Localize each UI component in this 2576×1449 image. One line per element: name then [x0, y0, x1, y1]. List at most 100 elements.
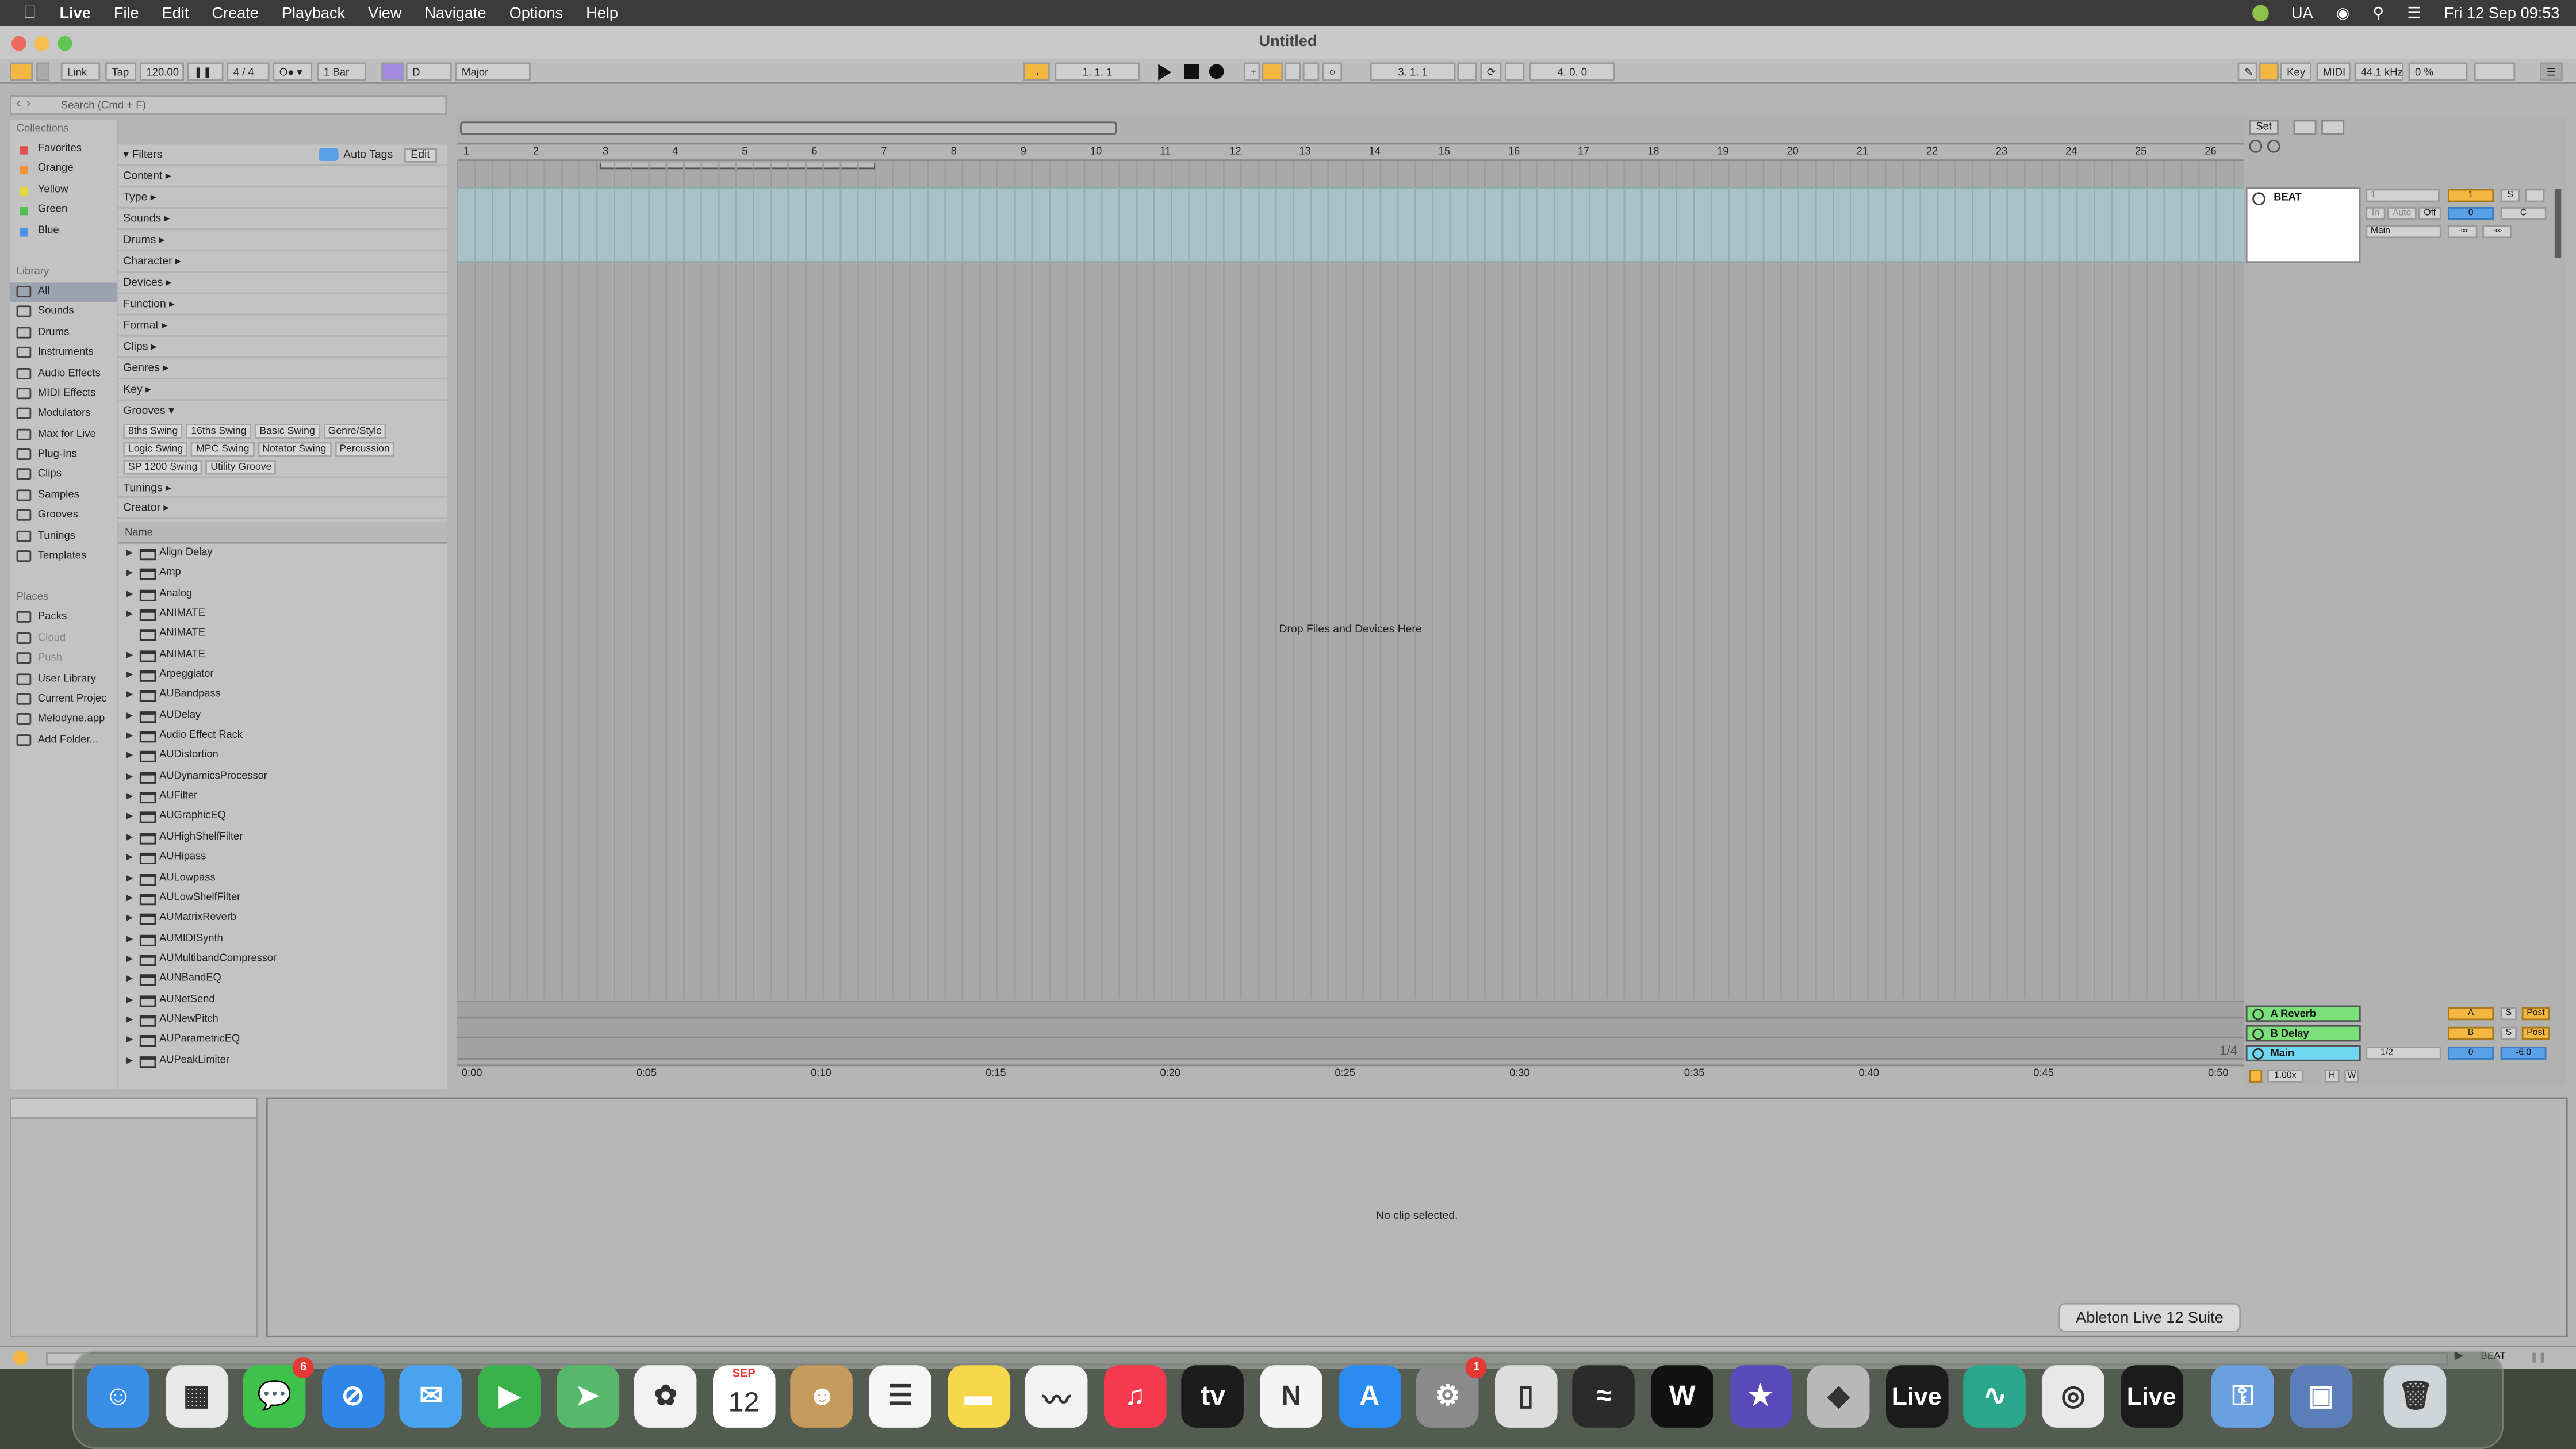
return-b-header[interactable]: B Delay [2245, 1025, 2361, 1042]
close-window-button[interactable] [12, 36, 26, 51]
place-cloud[interactable]: Cloud [10, 629, 117, 649]
place-melodyne[interactable]: Melodyne.app [10, 710, 117, 730]
return-b-post[interactable]: Post [2521, 1026, 2550, 1040]
groove-chip[interactable]: Basic Swing [254, 424, 320, 439]
browser-list-item[interactable]: ▶ AUNBandEQ [118, 969, 447, 990]
record-icon[interactable] [1209, 64, 1224, 79]
filter-drums[interactable]: Drums ▸ [118, 230, 447, 252]
browser-list-item[interactable]: ▶ AUDynamicsProcessor [118, 767, 447, 787]
track-name[interactable]: BEAT [2274, 192, 2301, 204]
groove-chip[interactable]: 8ths Swing [123, 424, 183, 439]
expand-triangle-icon[interactable]: ▶ [126, 544, 133, 564]
expand-triangle-icon[interactable]: ▶ [126, 969, 133, 990]
browser-list-item[interactable]: ▶ Arpeggiator [118, 665, 447, 685]
punch-in-icon[interactable] [1457, 62, 1477, 80]
menu-options[interactable]: Options [509, 4, 564, 22]
return-a-solo[interactable]: S [2500, 1007, 2517, 1021]
return-lane-a[interactable] [457, 1000, 2244, 1019]
library-clips[interactable]: Clips [10, 466, 117, 486]
browser-list-item[interactable]: ▶ AUGraphicEQ [118, 807, 447, 827]
loop-length-field[interactable]: 4. 0. 0 [1529, 62, 1615, 80]
filter-content[interactable]: Content ▸ [118, 166, 447, 187]
menu-view[interactable]: View [368, 4, 401, 22]
info-view-icon[interactable] [13, 1350, 28, 1366]
groove-chip[interactable]: Genre/Style [323, 424, 387, 439]
collection-green[interactable]: Green [10, 201, 117, 221]
beat-time-ruler[interactable]: 1 2 3 4 5 6 7 8 9 10 11 12 13 14 15 16 17 18 19 20 21 22 23 24 2… [457, 144, 2244, 161]
library-tunings[interactable]: Tunings [10, 527, 117, 547]
library-grooves[interactable]: Grooves [10, 507, 117, 527]
expand-triangle-icon[interactable]: ▶ [126, 868, 133, 888]
time-ruler[interactable]: 0:00 0:05 0:10 0:15 0:20 0:25 0:30 0:35 0:40 0:45… [457, 1064, 2244, 1086]
filter-grooves[interactable]: Grooves ▾ [118, 401, 447, 422]
dock-app-calendar[interactable]: SEP 12 [712, 1365, 775, 1428]
return-b-activator[interactable]: B [2448, 1026, 2494, 1040]
expand-triangle-icon[interactable]: ▶ [126, 888, 133, 908]
dock-app-news[interactable]: N [1260, 1365, 1322, 1428]
dock-app-contacts[interactable]: ☻ [791, 1365, 853, 1428]
edit-pencil-icon[interactable] [2293, 120, 2317, 135]
expand-triangle-icon[interactable]: ▶ [126, 746, 133, 766]
collection-orange[interactable]: Orange [10, 160, 117, 180]
midi-map-button[interactable]: MIDI [2316, 62, 2351, 80]
groove-chip[interactable]: MPC Swing [191, 442, 255, 457]
return-a-name[interactable]: A Reverb [2271, 1009, 2317, 1020]
browser-list-item[interactable]: ▶ AUHighShelfFilter [118, 827, 447, 848]
scale-mode-icon[interactable] [381, 62, 404, 80]
browser-list-item[interactable]: ▶ AUDistortion [118, 746, 447, 766]
position-field[interactable]: 1. 1. 1 [1055, 62, 1140, 80]
library-sounds[interactable]: Sounds [10, 303, 117, 323]
dock-app-maps[interactable]: ➤ [556, 1365, 619, 1428]
browser-list-item[interactable]: ▶ AULowpass [118, 868, 447, 888]
arrangement-overview[interactable] [457, 116, 2244, 145]
return-b-name[interactable]: B Delay [2271, 1029, 2309, 1040]
filter-character[interactable]: Character ▸ [118, 251, 447, 273]
dock-app-trash[interactable]: 🗑 [2384, 1365, 2447, 1428]
expand-triangle-icon[interactable]: ▶ [126, 686, 133, 706]
dock-app-photos[interactable]: ✿ [634, 1365, 697, 1428]
menu-clock[interactable]: Fri 12 Sep 09:53 [2444, 4, 2560, 22]
tempo-field[interactable]: 120.00 [139, 62, 184, 80]
dock-app-launchpad[interactable]: ▦ [165, 1365, 228, 1428]
dock-app-facetime[interactable]: ▶ [478, 1365, 540, 1428]
quantize-select[interactable]: 1 Bar [317, 62, 367, 80]
library-midi-effects[interactable]: MIDI Effects [10, 384, 117, 404]
expand-triangle-icon[interactable]: ▶ [126, 807, 133, 827]
arm-button[interactable] [2525, 189, 2545, 202]
expand-triangle-icon[interactable]: ▶ [126, 909, 133, 929]
expand-triangle-icon[interactable]: ▶ [126, 929, 133, 949]
track-header-beat[interactable]: BEAT [2245, 187, 2361, 263]
filter-clips[interactable]: Clips ▸ [118, 337, 447, 358]
loop-start-field[interactable]: 3. 1. 1 [1370, 62, 1456, 80]
library-modulators[interactable]: Modulators [10, 405, 117, 425]
browser-list-item[interactable]: ▶ AUMatrixReverb [118, 909, 447, 929]
follow-icon[interactable]: → [1023, 62, 1050, 80]
view-toggle-icon[interactable] [36, 62, 49, 80]
browser-list-item[interactable]: ▶ AUParametricEQ [118, 1030, 447, 1051]
monitor-in-button[interactable]: In [2366, 207, 2386, 220]
browser-list-item[interactable]: ▶ Analog [118, 584, 447, 604]
browser-list-item[interactable]: ▶ AUNewPitch [118, 1010, 447, 1030]
expand-triangle-icon[interactable]: ▶ [126, 645, 133, 665]
browser-list-item[interactable]: ▶ Align Delay [118, 544, 447, 564]
expand-triangle-icon[interactable]: ▶ [126, 949, 133, 969]
place-add-folder[interactable]: Add Folder... [10, 731, 117, 751]
dock-app-music[interactable]: ♫ [1103, 1365, 1166, 1428]
tap-tempo-button[interactable]: Tap [105, 62, 137, 80]
groove-chip[interactable]: SP 1200 Swing [123, 460, 203, 475]
control-center-icon[interactable]: ☰ [2407, 4, 2421, 22]
nudge-icon[interactable]: ❚❚ [187, 62, 224, 80]
expand-triangle-icon[interactable]: ▶ [126, 706, 133, 726]
menu-playback[interactable]: Playback [282, 4, 345, 22]
library-samples[interactable]: Samples [10, 486, 117, 506]
name-column-header[interactable]: Name [118, 524, 447, 544]
dock-app-chrome[interactable]: ◎ [2042, 1365, 2104, 1428]
browser-list-item[interactable]: ▶ Audio Effect Rack [118, 726, 447, 746]
expand-triangle-icon[interactable]: ▶ [126, 787, 133, 807]
dock-app-live[interactable]: Live [1885, 1365, 1948, 1428]
link-button[interactable]: Link [60, 62, 101, 80]
reenable-automation-icon[interactable] [1285, 62, 1301, 80]
dock-app-notes[interactable]: ▬ [947, 1365, 1010, 1428]
pan-field[interactable]: C [2500, 207, 2547, 220]
time-signature-field[interactable]: 4 / 4 [227, 62, 270, 80]
